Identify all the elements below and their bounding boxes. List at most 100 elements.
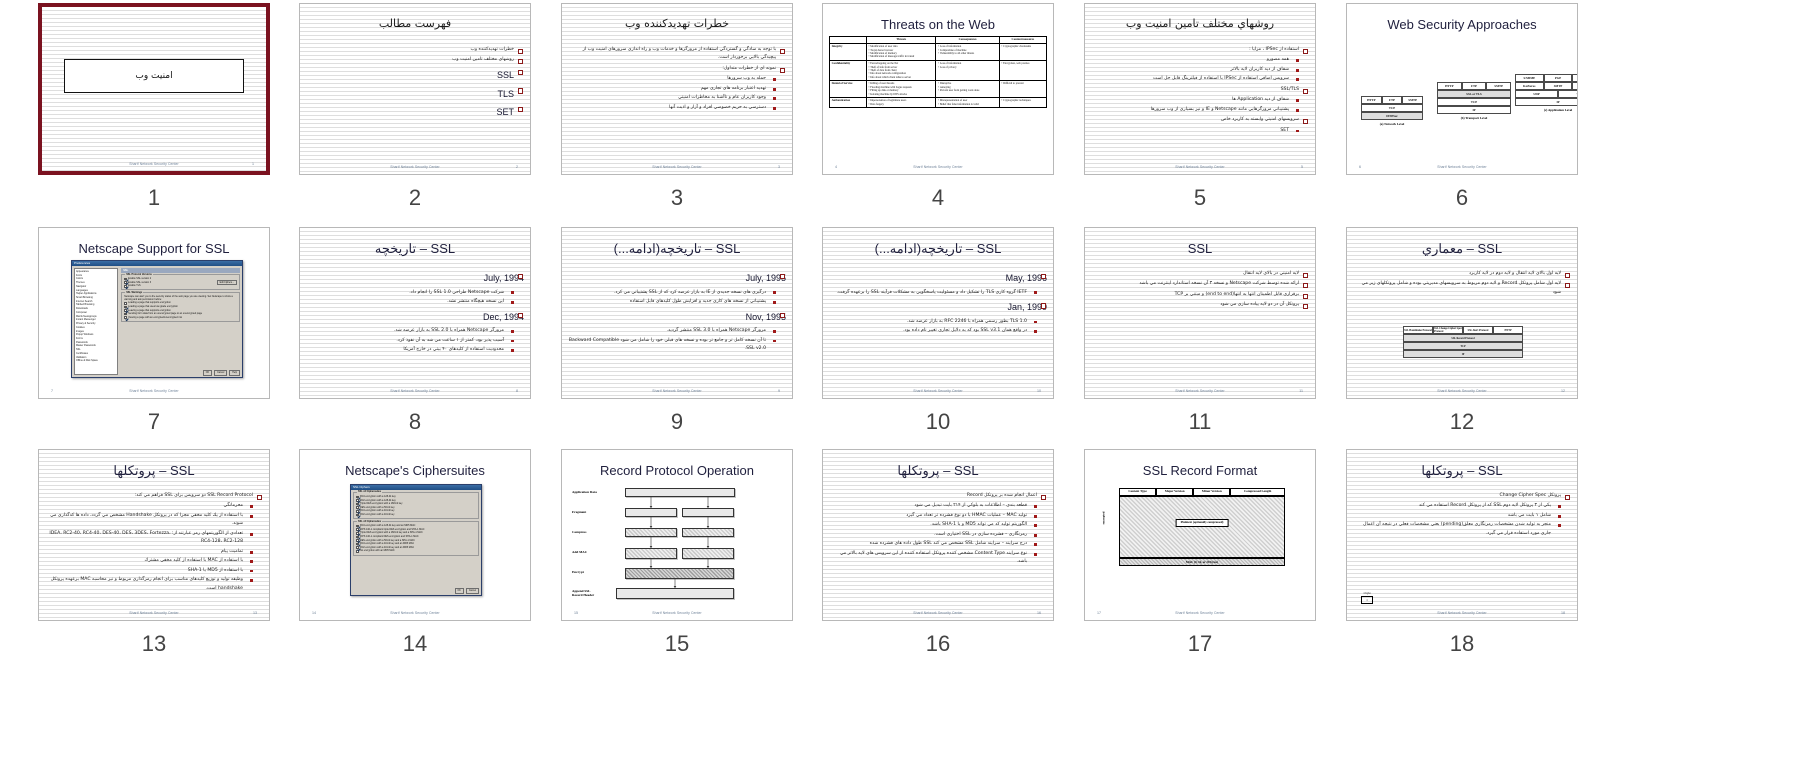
table-cell: Loss of informationCompromise of machine…	[935, 43, 1000, 61]
bullet-item: TLS 1.0 بطور رسمي همراه با RFC 2246 به ب…	[829, 318, 1047, 326]
figure-caption: (b) Transport Level	[1460, 116, 1488, 120]
slide-cell: روشهاي مختلف تامين امنيت وب استفاده از IP…	[1074, 3, 1326, 213]
slide-page-number: 17	[1097, 611, 1101, 615]
checkbox-icon[interactable]	[356, 524, 359, 528]
slide-cell: Netscape Support for SSL Preferences Appea…	[28, 227, 280, 437]
netscape-preferences-dialog[interactable]: Preferences Appearance Fonts Colors Themes Na…	[71, 260, 243, 378]
slide-number-label: 4	[931, 185, 945, 210]
edit-ciphers-button[interactable]: Edit Ciphers...	[216, 280, 237, 286]
checkbox-icon[interactable]	[124, 316, 127, 320]
slide-title: SSL – پروتكلها	[897, 463, 979, 478]
slide-page-number: 9	[778, 389, 780, 393]
bullet-text: برقراري قابل اطمينان انتها به انتها(end …	[1174, 291, 1299, 297]
slide-thumbnail-11[interactable]: SSL لايه امنيتي در بالاي لايه انتقال ارائه…	[1084, 227, 1316, 399]
slide-title: Netscape's Ciphersuites	[345, 463, 485, 478]
checkbox-icon[interactable]	[124, 305, 127, 309]
slide-thumbnail-4[interactable]: Threats on the Web Threats Consequences Cou…	[822, 3, 1054, 175]
byte-cell: 1	[1361, 596, 1373, 604]
checkbox-icon[interactable]	[356, 495, 359, 499]
figure-cell: SMTP	[1402, 96, 1424, 104]
checkbox-row[interactable]: Viewing a page with an encrypted/unencry…	[124, 316, 237, 320]
dialog-button[interactable]: Cancel	[465, 588, 479, 594]
slide-thumbnail-9[interactable]: SSL – تاريخچه(ادامه...) July, 1995 درگيري …	[561, 227, 793, 399]
checkbox-icon[interactable]	[356, 539, 359, 542]
slide-thumbnail-14[interactable]: Netscape's Ciphersuites SSL Ciphers SSL v2…	[299, 449, 531, 621]
checkbox-icon[interactable]	[356, 502, 359, 506]
slide-thumbnail-17[interactable]: SSL Record Format Content Type Major Versi…	[1084, 449, 1316, 621]
checkbox-icon[interactable]	[356, 546, 359, 549]
ssl-ciphers-dialog[interactable]: SSL Ciphers SSL v2 Ciphersuites RC4 encryp…	[350, 484, 482, 596]
checkbox-icon[interactable]	[124, 302, 127, 305]
dialog-button[interactable]: OK	[202, 370, 213, 376]
slide-thumbnail-10[interactable]: SSL – تاريخچه(ادامه...) May, 1996 IETF گرو…	[822, 227, 1054, 399]
bullet-item: لايه اول بالاي لايه انتقال و لايه دوم در…	[1353, 270, 1571, 279]
slide-body: SSL Record Protocol دو سرويس براي SSL فر…	[45, 490, 263, 594]
cell-list: Eavesdropping on the NetTheft of info fr…	[868, 62, 933, 79]
checkbox-icon[interactable]	[356, 506, 359, 510]
checkbox-icon[interactable]	[356, 499, 359, 502]
checkbox-icon[interactable]	[124, 281, 127, 284]
slide-thumbnail-15[interactable]: Record Protocol Operation Application Dat…	[561, 449, 793, 621]
slide-thumbnail-16[interactable]: SSL – پروتكلها اعمال انجام شده بر پروتكل …	[822, 449, 1054, 621]
slide-footer: Sharif Network Security Center	[913, 611, 963, 615]
figure-cell: PGP	[1543, 74, 1573, 82]
checkbox-row[interactable]: No encryption with an MD5 MAC	[356, 549, 476, 553]
table-row-header: Denial of Service	[829, 80, 867, 99]
slide-thumbnail-18[interactable]: SSL – پروتكلها پروتكل Change Cipher Spec ي…	[1346, 449, 1578, 621]
checkbox-icon[interactable]	[124, 309, 127, 312]
checkbox-row[interactable]: RC2 encryption with a 40-bit key	[356, 513, 476, 517]
bullet-text: شامل ۱ بايت مي باشد	[1507, 512, 1551, 518]
checkbox-icon[interactable]	[356, 528, 359, 531]
slide-page-number: 6	[1359, 165, 1361, 169]
slide-page-number: 7	[51, 389, 53, 393]
slide-thumbnail-12[interactable]: SSL – معماري لايه اول بالاي لايه انتقال و…	[1346, 227, 1578, 399]
bullet-item: July, 1995	[568, 270, 786, 287]
slide-thumbnail-13[interactable]: SSL – پروتكلها SSL Record Protocol دو سرو…	[38, 449, 270, 621]
slide-number-label: 16	[925, 631, 951, 656]
figure-cell: SSL Change Cipher Spec Protocol	[1433, 326, 1463, 334]
slide-cell: SSL – تاريخچه(ادامه...) May, 1996 IETF گرو…	[812, 227, 1064, 437]
tree-item[interactable]: Offline & Disk Space	[76, 359, 116, 363]
bullet-item: درگيري هاي نسخه جديدي از IE به بازار عرض…	[568, 289, 786, 297]
dialog-button[interactable]: Help	[229, 370, 240, 376]
slide-page-number: 5	[1301, 165, 1303, 169]
dialog-footer-buttons: OK Cancel	[454, 588, 479, 594]
bullet-text: لايه اول بالاي لايه انتقال و لايه دوم در…	[1468, 271, 1561, 276]
checkbox-icon[interactable]	[124, 277, 127, 281]
title-textbox: امنيت وب	[64, 59, 244, 93]
bullet-text: شفاف از ديد كاربران لايه بالاتر	[1230, 66, 1289, 72]
checkbox-icon[interactable]	[356, 535, 359, 539]
dialog-titlebar[interactable]: SSL Ciphers	[351, 485, 481, 490]
dialog-button[interactable]: OK	[454, 588, 464, 594]
table-cell: Impersonation of legitimate usersData fo…	[865, 97, 937, 109]
checkbox-icon[interactable]	[124, 284, 127, 288]
slide-title: Netscape Support for SSL	[78, 241, 230, 256]
byte-label: 1 byte	[1363, 591, 1371, 595]
checkbox-label: Enable TLS	[128, 284, 141, 288]
slide-thumbnail-6[interactable]: Web Security Approaches HTTP FTP SMTP TCP IP/…	[1346, 3, 1578, 175]
dialog-button[interactable]: Cancel	[214, 370, 228, 376]
table-cell: Modification of user dataTrojan horse br…	[865, 43, 937, 61]
slide-thumbnail-8[interactable]: SSL – تاريخچه July, 1994 شركت Netscape طرا…	[299, 227, 531, 399]
figure-row: TCP	[1403, 342, 1523, 350]
bullet-text: تهديد اعتبار برنامه هاي تجاري مهم	[700, 85, 766, 91]
slide-thumbnail-2[interactable]: فهرست مطالب خطرات تهديدكننده وب روشهاي مخت…	[299, 3, 531, 175]
figure-cell: TCP	[1437, 98, 1511, 106]
preferences-tree[interactable]: Appearance Fonts Colors Themes Navigator Lang…	[74, 268, 119, 375]
figure-row: IP	[1403, 350, 1523, 358]
checkbox-icon[interactable]	[356, 513, 359, 517]
checkbox-label: No encryption with an MD5 MAC	[359, 549, 395, 553]
bullet-text: پشتيباني از نسخه هاي كاري جديد و افزايش …	[629, 299, 766, 305]
checkbox-icon[interactable]	[356, 510, 359, 513]
slide-body: لايه اول بالاي لايه انتقال و لايه دوم در…	[1353, 268, 1571, 299]
slide-thumbnail-3[interactable]: خطرات تهديدكننده وب با توجه به سادگي و گس…	[561, 3, 793, 175]
checkbox-icon[interactable]	[356, 542, 359, 546]
bullet-text: با استفاده از يك كليد مخفي مجزا كه در پر…	[50, 512, 243, 527]
slide-page-number: 8	[516, 389, 518, 393]
cell-list-item: Vulnerability to all other threats	[938, 52, 997, 55]
slide-thumbnail-1[interactable]: امنيت وب Sharif Network Security Center 1	[38, 3, 270, 175]
slide-thumbnail-7[interactable]: Netscape Support for SSL Preferences Appea…	[38, 227, 270, 399]
checkbox-icon[interactable]	[356, 531, 359, 535]
slide-number-label: 15	[664, 631, 690, 656]
slide-thumbnail-5[interactable]: روشهاي مختلف تامين امنيت وب استفاده از IP…	[1084, 3, 1316, 175]
